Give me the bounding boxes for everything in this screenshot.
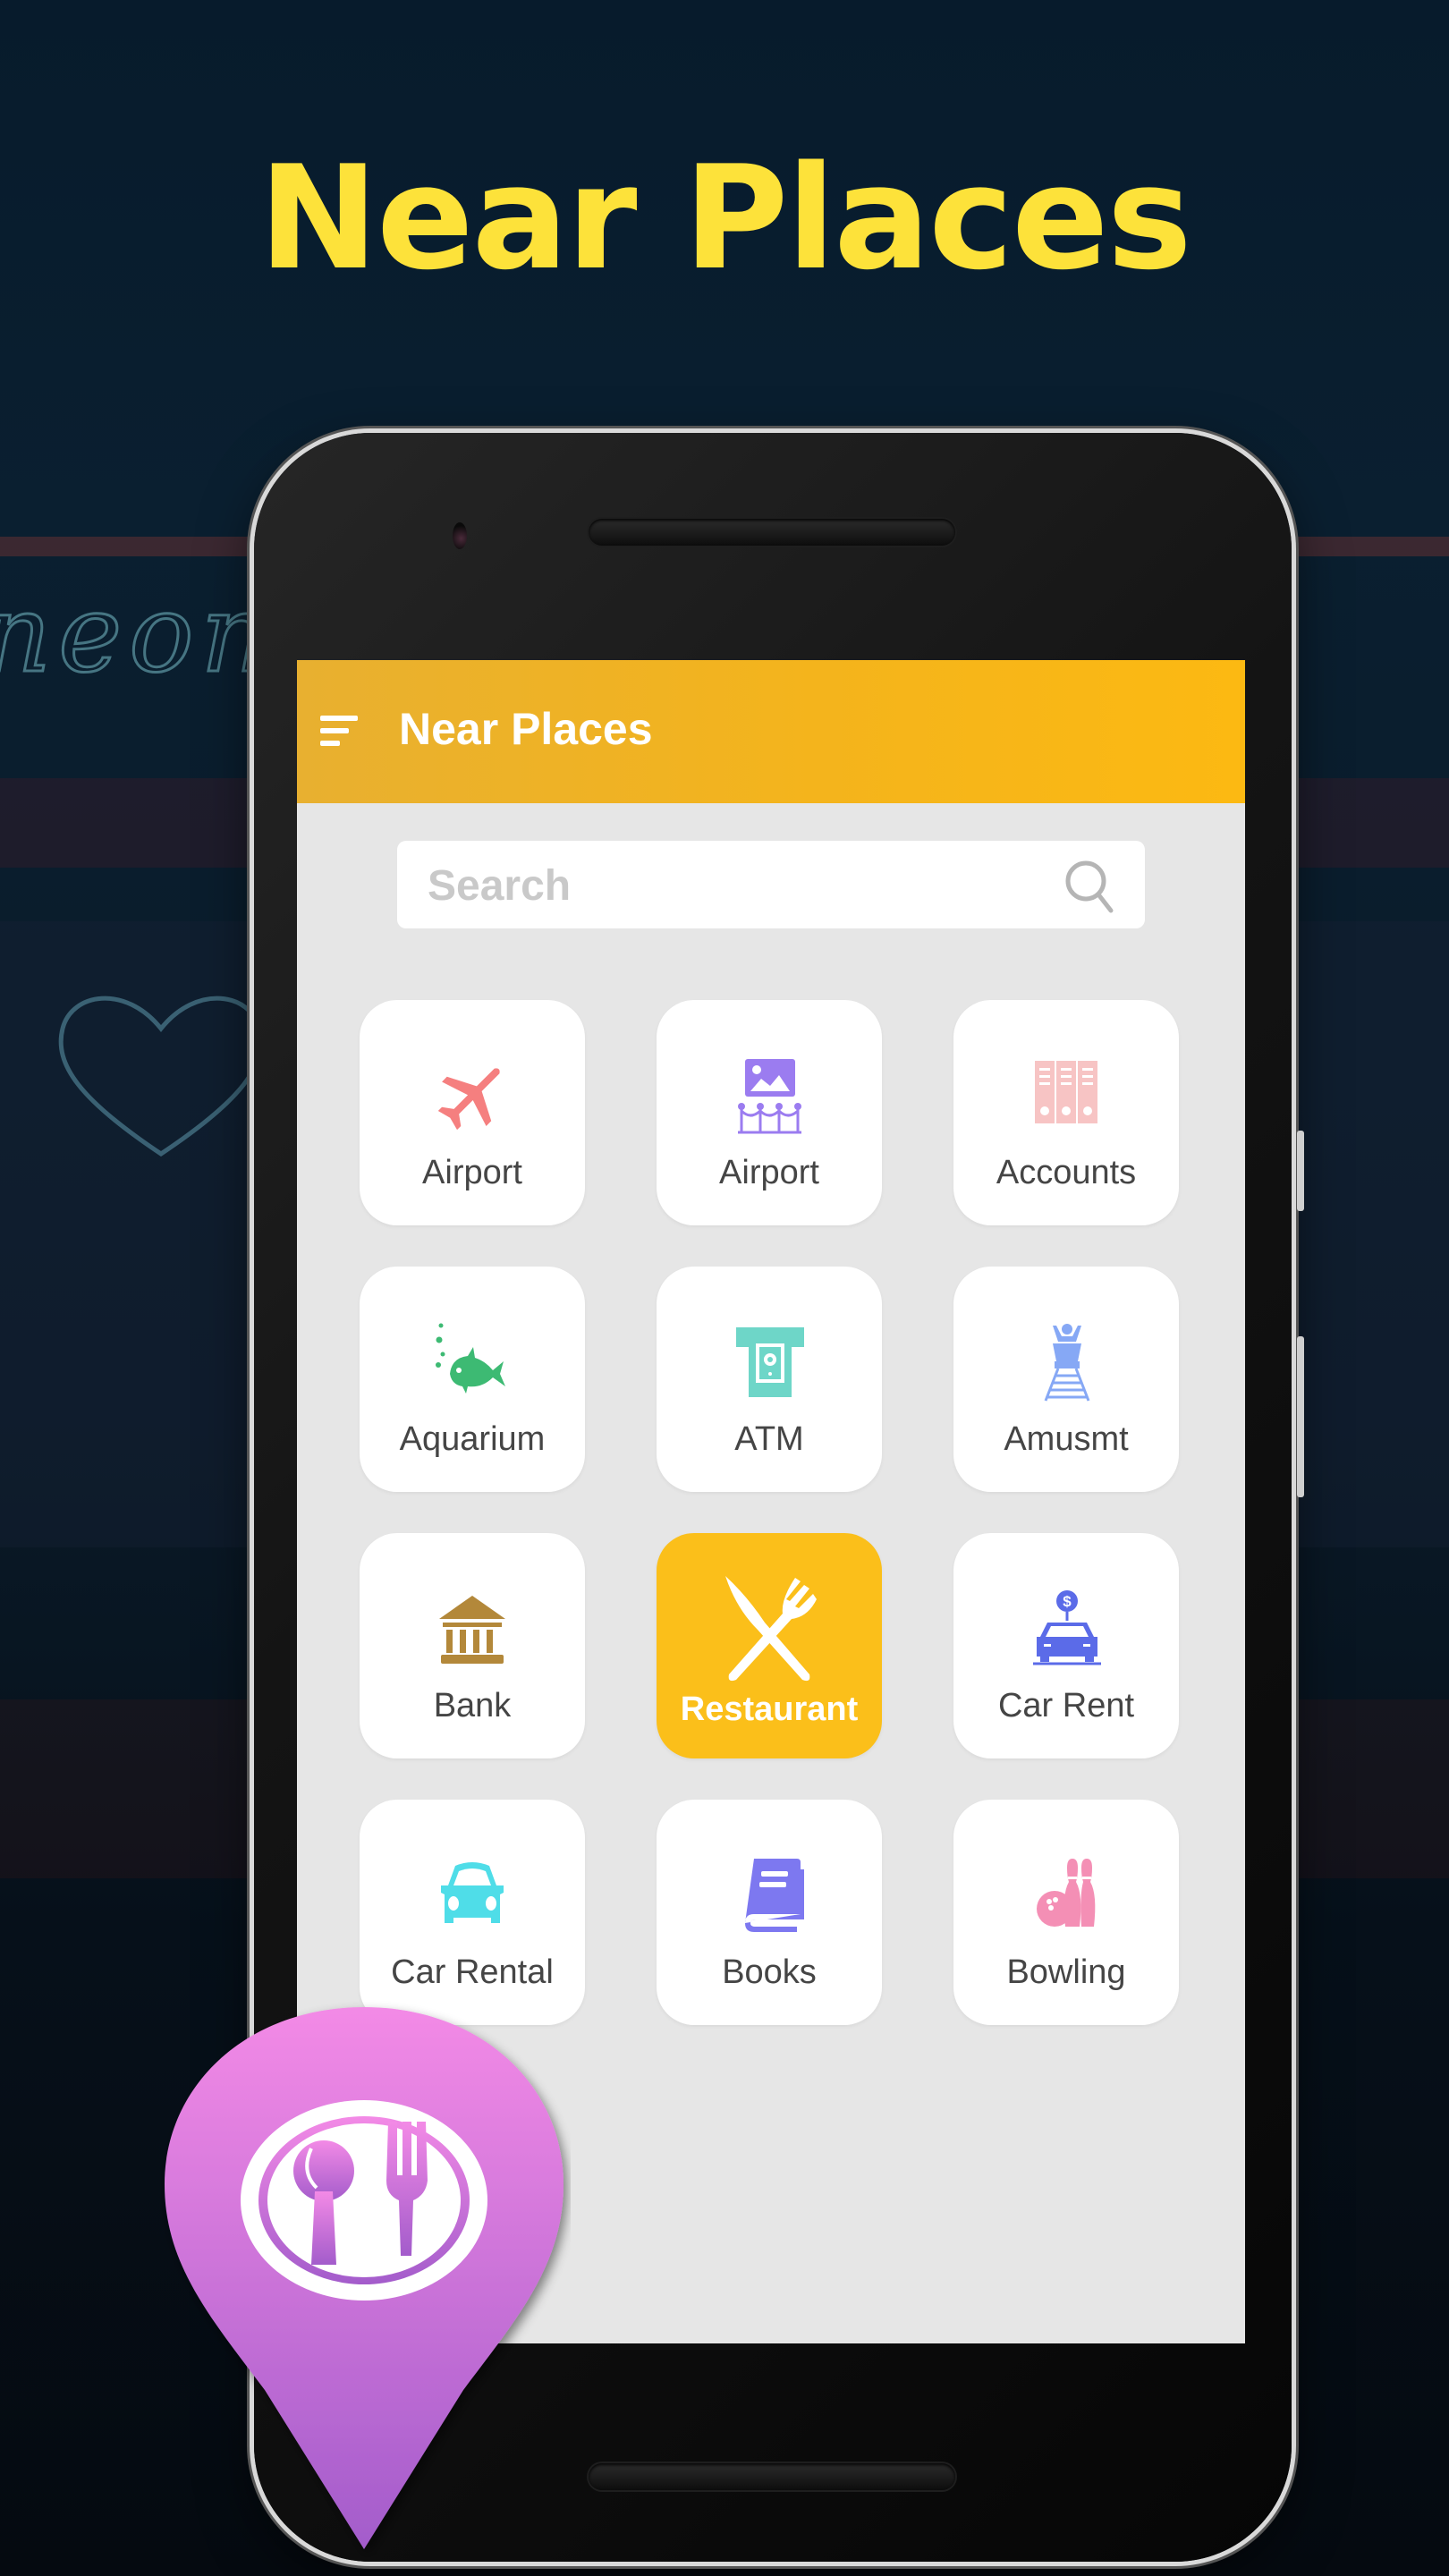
knife-fork-icon [725, 1576, 817, 1682]
category-label: ATM [734, 1420, 804, 1458]
art-gallery-icon [738, 1059, 801, 1134]
bottom-speaker [589, 2463, 955, 2490]
category-tile-bank[interactable]: Bank [360, 1533, 585, 1758]
category-label: Airport [422, 1154, 522, 1191]
search-bar [397, 841, 1145, 928]
phone-volume-button [1297, 1336, 1304, 1497]
search-icon[interactable] [1061, 857, 1118, 914]
fish-icon [436, 1323, 505, 1394]
category-label: Bowling [1006, 1953, 1126, 1991]
book-icon [745, 1859, 804, 1932]
category-label: Bank [433, 1687, 512, 1724]
category-tile-books[interactable]: Books [657, 1800, 882, 2025]
category-label: Aquarium [399, 1420, 546, 1458]
car-rent-dollar-icon: $ [1033, 1590, 1101, 1665]
category-label: Car Rental [391, 1953, 554, 1991]
car-icon [441, 1862, 504, 1923]
search-input[interactable] [426, 857, 1055, 914]
category-tile-amusement[interactable]: Amusmt [953, 1267, 1179, 1492]
front-camera [453, 522, 467, 549]
category-label: Airport [719, 1154, 819, 1191]
category-tile-gallery[interactable]: Airport [657, 1000, 882, 1225]
category-grid: Airport Airport Accounts Aquarium ATM Am… [360, 1000, 1182, 2025]
category-tile-accounts[interactable]: Accounts [953, 1000, 1179, 1225]
category-label: Restaurant [680, 1690, 859, 1728]
bowling-icon [1037, 1859, 1096, 1927]
bank-icon [439, 1596, 505, 1664]
background-neon-heart-icon [58, 996, 264, 1157]
background-neon-sign: neon [0, 572, 277, 699]
airplane-icon [437, 1068, 500, 1131]
category-tile-atm[interactable]: ATM [657, 1267, 882, 1492]
atm-cash-icon [736, 1327, 804, 1397]
category-tile-bowling[interactable]: Bowling [953, 1800, 1179, 2025]
category-tile-restaurant[interactable]: Restaurant [657, 1533, 882, 1758]
category-tile-aquarium[interactable]: Aquarium [360, 1267, 585, 1492]
earpiece-speaker [589, 519, 955, 546]
promo-headline: Near Places [258, 134, 1192, 301]
category-label: Books [722, 1953, 817, 1991]
category-tile-car-rental[interactable]: Car Rental [360, 1800, 585, 2025]
app-bar: Near Places [297, 660, 1245, 803]
app-title: Near Places [399, 704, 653, 754]
hamburger-menu-icon[interactable] [320, 716, 363, 748]
binders-icon [1035, 1061, 1097, 1123]
category-tile-airport[interactable]: Airport [360, 1000, 585, 1225]
phone-power-button [1297, 1131, 1304, 1211]
category-label: Car Rent [997, 1687, 1135, 1724]
restaurant-location-pin-icon [165, 2007, 564, 2549]
svg-text:$: $ [1063, 1593, 1072, 1610]
category-label: Amusmt [1004, 1420, 1129, 1458]
roller-coaster-icon [1044, 1324, 1090, 1402]
category-tile-car-rent[interactable]: $ Car Rent [953, 1533, 1179, 1758]
category-label: Accounts [996, 1154, 1137, 1191]
